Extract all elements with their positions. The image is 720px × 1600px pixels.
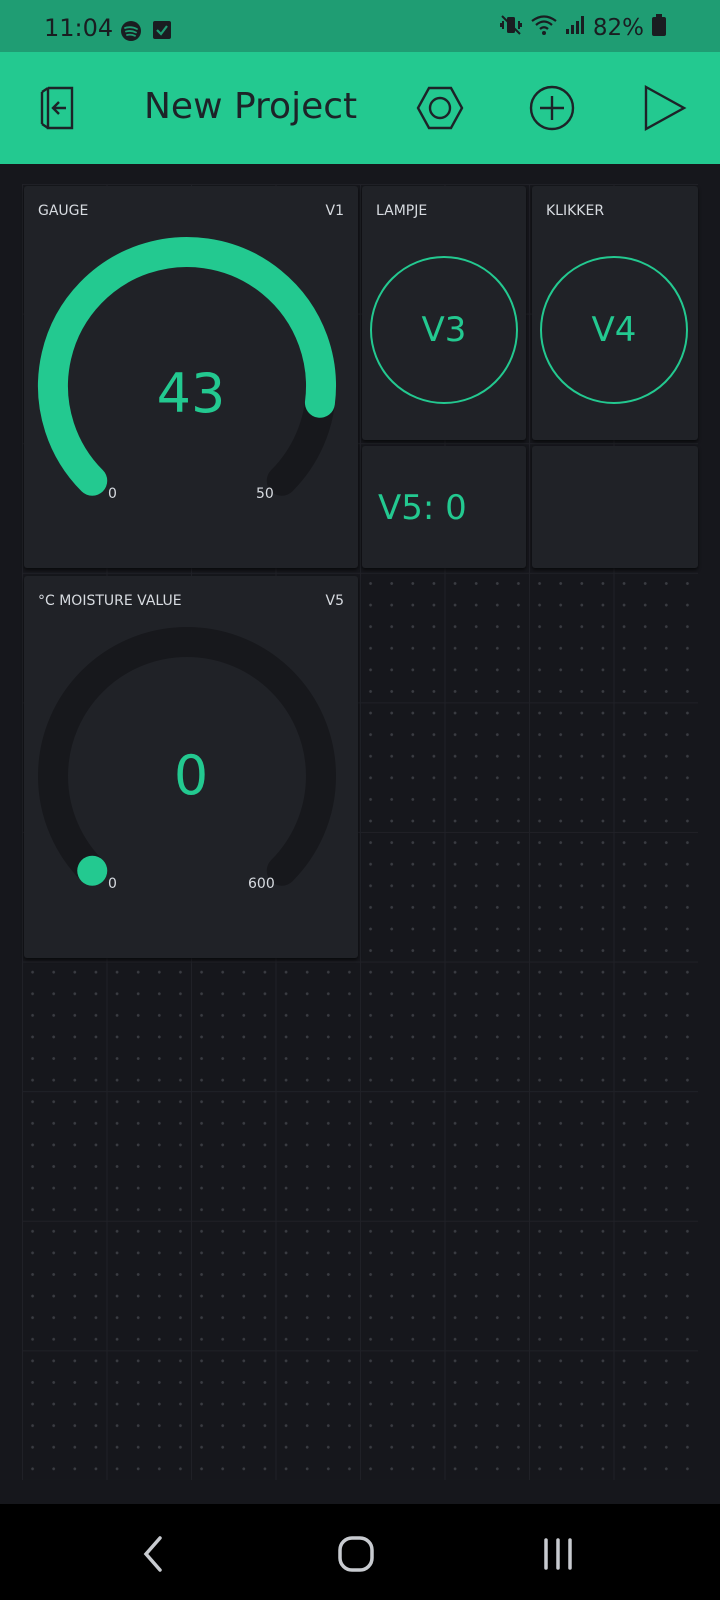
checkbox-icon	[152, 20, 172, 46]
battery-icon	[652, 14, 666, 42]
gauge-min: 0	[108, 486, 117, 502]
mute-vibrate-icon	[499, 14, 523, 42]
gauge-value: 0	[173, 744, 209, 807]
value-display-widget[interactable]: V5: 0	[362, 446, 526, 568]
wifi-icon	[531, 15, 557, 41]
gauge-max: 600	[248, 876, 275, 892]
button-widget-lampje: LAMPJE V3	[362, 186, 526, 440]
signal-icon	[565, 15, 585, 41]
gauge-widget-v1[interactable]: GAUGE V1 43 0 50	[24, 186, 358, 568]
settings-hexagon-icon[interactable]	[414, 82, 466, 134]
gauge-value: 43	[156, 362, 226, 425]
recents-icon[interactable]	[534, 1530, 582, 1578]
battery-percent: 82%	[592, 15, 644, 41]
gauge-max: 50	[256, 486, 274, 502]
lampje-label: LAMPJE	[376, 203, 428, 219]
status-time: 11:04	[44, 14, 114, 42]
gauge-widget-moisture[interactable]: °C MOISTURE VALUE V5 0 0 600	[24, 576, 358, 958]
system-nav-bar	[0, 1504, 720, 1600]
project-title: New Project	[144, 86, 358, 127]
status-bar: 11:04 82%	[0, 0, 720, 52]
gauge-min: 0	[108, 876, 117, 892]
value-display-text: V5: 0	[378, 488, 467, 528]
lampje-button[interactable]: V3	[370, 256, 518, 404]
add-widget-icon[interactable]	[526, 82, 578, 134]
home-icon[interactable]	[332, 1530, 380, 1578]
klikker-button[interactable]: V4	[540, 256, 688, 404]
play-icon[interactable]	[638, 82, 690, 134]
spotify-icon	[120, 20, 142, 46]
back-icon[interactable]	[130, 1530, 178, 1578]
klikker-label: KLIKKER	[546, 203, 605, 219]
empty-widget[interactable]	[532, 446, 698, 568]
exit-project-icon[interactable]	[32, 82, 84, 134]
button-widget-klikker: KLIKKER V4	[532, 186, 698, 440]
app-bar: New Project	[0, 52, 720, 164]
